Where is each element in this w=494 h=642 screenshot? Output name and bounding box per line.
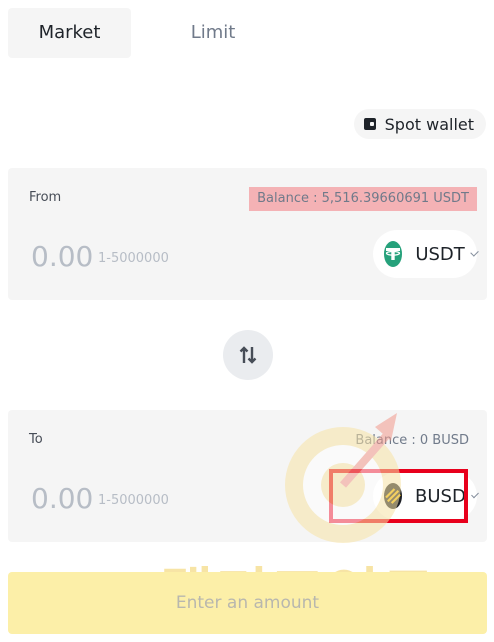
to-label: To — [29, 432, 43, 447]
tab-market[interactable]: Market — [8, 8, 131, 58]
from-panel: From Balance : 5,516.39660691 USDT 0.00 … — [8, 168, 487, 300]
busd-icon — [384, 483, 402, 509]
order-type-tabs: Market Limit — [8, 8, 308, 58]
from-label: From — [29, 190, 62, 205]
swap-direction-button[interactable] — [223, 330, 273, 380]
to-range-hint: 1-5000000 — [98, 493, 169, 508]
from-amount-input[interactable]: 0.00 — [31, 240, 93, 273]
wallet-icon — [363, 118, 376, 130]
to-balance: Balance : 0 BUSD — [355, 433, 469, 448]
chevron-down-icon — [470, 490, 479, 498]
tab-limit[interactable]: Limit — [163, 8, 263, 58]
enter-amount-button[interactable]: Enter an amount — [8, 572, 487, 634]
from-token-name: USDT — [415, 243, 465, 265]
swap-arrows-icon — [239, 346, 257, 364]
spot-wallet-label: Spot wallet — [384, 114, 474, 134]
from-balance: Balance : 5,516.39660691 USDT — [249, 187, 477, 211]
to-token-select[interactable]: BUSD — [373, 472, 479, 520]
chevron-down-icon — [470, 247, 479, 257]
spot-wallet-button[interactable]: Spot wallet — [353, 109, 486, 139]
to-amount-input[interactable]: 0.00 — [31, 482, 93, 515]
usdt-icon — [384, 241, 403, 267]
to-panel: To Balance : 0 BUSD 0.00 1-5000000 BUSD — [8, 410, 487, 542]
from-token-select[interactable]: USDT — [373, 230, 479, 278]
from-range-hint: 1-5000000 — [98, 251, 169, 266]
to-token-name: BUSD — [415, 485, 466, 507]
